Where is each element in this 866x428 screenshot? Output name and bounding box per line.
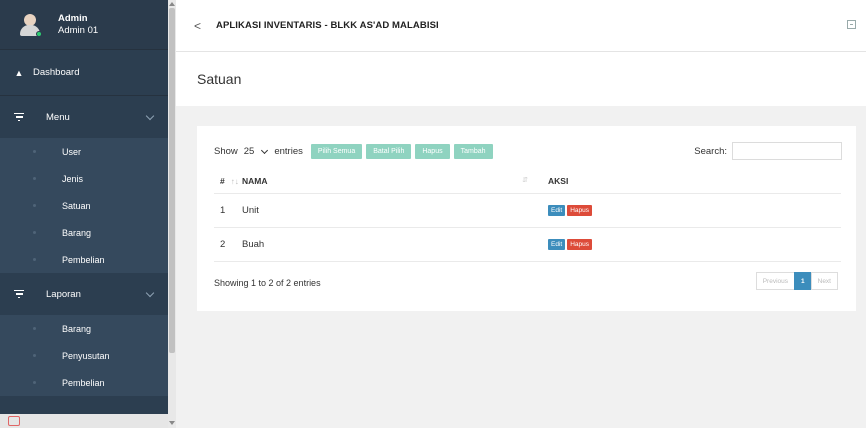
delete-button[interactable]: Hapus [415, 144, 450, 159]
bullet-icon [33, 327, 36, 330]
cell-aksi: Edit Hapus [534, 239, 841, 250]
sidebar-item-label: Barang [62, 323, 92, 334]
chevron-down-icon [146, 113, 154, 121]
sidebar: Admin Admin 01 ▲ Dashboard Menu User Jen… [0, 0, 168, 428]
sidebar-item-dashboard[interactable]: ▲ Dashboard [0, 50, 168, 96]
sidebar-group-label: Laporan [46, 288, 81, 300]
submenu-menu: User Jenis Satuan Barang Pembelian [0, 138, 168, 273]
search-input[interactable] [732, 142, 842, 160]
sidebar-item-label: Penyusutan [62, 350, 110, 361]
bullet-icon [33, 204, 36, 207]
entries-select[interactable]: 25 [243, 146, 269, 157]
header-label: # [220, 175, 225, 186]
select-all-button[interactable]: Pilih Semua [310, 144, 363, 159]
sidebar-item-pembelian[interactable]: Pembelian [0, 246, 168, 273]
avatar [20, 13, 42, 37]
scroll-down-icon[interactable] [169, 421, 175, 425]
sidebar-group-label: Menu [46, 111, 70, 123]
filter-icon [14, 113, 24, 121]
hapus-button[interactable]: Hapus [567, 239, 592, 250]
deselect-button[interactable]: Batal Pilih [366, 144, 412, 159]
online-status-dot [36, 30, 42, 37]
header-label: NAMA [242, 175, 268, 186]
scrollbar-thumb[interactable] [169, 8, 175, 353]
sidebar-scrollbar[interactable] [168, 0, 176, 428]
dashboard-icon: ▲ [14, 67, 24, 78]
bullet-icon [33, 258, 36, 261]
bullet-icon [33, 354, 36, 357]
page-1-button[interactable]: 1 [794, 272, 812, 290]
sidebar-item-label: Barang [62, 227, 92, 238]
search-box: Search: [694, 142, 842, 160]
next-page-button[interactable]: Next [810, 272, 838, 290]
search-label: Search: [694, 145, 727, 157]
sort-icon: ⇵ [522, 176, 528, 184]
user-profile[interactable]: Admin Admin 01 [0, 0, 168, 50]
sidebar-item-satuan[interactable]: Satuan [0, 192, 168, 219]
column-header-no[interactable]: # ↑↓ [214, 175, 239, 186]
satuan-table: # ↑↓ NAMA ⇵ AKSI 1 Unit Edit Hapus 2 Buah … [214, 168, 841, 262]
page-header: Satuan [176, 52, 866, 106]
cell-nama: Unit [242, 205, 259, 216]
table-row: 1 Unit Edit Hapus [214, 194, 841, 228]
sidebar-footer [0, 414, 168, 428]
column-header-nama[interactable]: NAMA ⇵ [234, 176, 534, 186]
sidebar-group-laporan[interactable]: Laporan [0, 273, 168, 315]
edit-button[interactable]: Edit [548, 205, 566, 216]
cell-no: 2 [220, 239, 226, 250]
sidebar-group-menu[interactable]: Menu [0, 96, 168, 138]
bullet-icon [33, 231, 36, 234]
sidebar-item-barang[interactable]: Barang [0, 219, 168, 246]
profile-role: Admin [58, 12, 88, 24]
cell-no: 1 [220, 205, 226, 216]
chevron-down-icon [261, 146, 269, 154]
submenu-laporan: Barang Penyusutan Pembelian [0, 315, 168, 396]
bullet-icon [33, 150, 36, 153]
table-info: Showing 1 to 2 of 2 entries [214, 278, 321, 288]
entries-value: 25 [243, 146, 255, 157]
bullet-icon [33, 381, 36, 384]
sidebar-item-label: Jenis [62, 173, 84, 184]
column-header-aksi: AKSI [534, 176, 841, 186]
sidebar-item-label: Dashboard [33, 67, 80, 78]
app-title: APLIKASI INVENTARIS - BLKK AS'AD MALABIS… [216, 20, 439, 31]
show-label: Show [214, 146, 238, 157]
sidebar-item-label: User [62, 146, 82, 157]
top-header: < APLIKASI INVENTARIS - BLKK AS'AD MALAB… [176, 0, 866, 52]
sidebar-item-label: Satuan [62, 200, 91, 211]
sidebar-item-label: Pembelian [62, 377, 105, 388]
add-button[interactable]: Tambah [453, 144, 493, 159]
sidebar-item-laporan-barang[interactable]: Barang [0, 315, 168, 342]
sidebar-item-penyusutan[interactable]: Penyusutan [0, 342, 168, 369]
fullscreen-icon[interactable] [847, 20, 856, 29]
hapus-button[interactable]: Hapus [567, 205, 592, 216]
pagination: Previous 1 Next [755, 272, 838, 290]
sidebar-item-user[interactable]: User [0, 138, 168, 165]
page-title: Satuan [197, 71, 242, 87]
previous-page-button[interactable]: Previous [755, 272, 795, 290]
profile-name: Admin 01 [58, 24, 99, 36]
filter-icon [14, 290, 24, 298]
data-table-card: Show 25 entries Pilih Semua Batal Pilih … [197, 126, 856, 311]
table-row: 2 Buah Edit Hapus [214, 228, 841, 262]
logo-icon [8, 416, 20, 426]
sidebar-item-laporan-pembelian[interactable]: Pembelian [0, 369, 168, 396]
header-label: AKSI [548, 175, 569, 186]
cell-aksi: Edit Hapus [534, 205, 841, 216]
entries-label: entries [274, 146, 303, 157]
chevron-down-icon [146, 290, 154, 298]
table-toolbar: Show 25 entries Pilih Semua Batal Pilih … [214, 144, 493, 159]
scroll-up-icon[interactable] [169, 2, 175, 6]
sidebar-item-label: Pembelian [62, 254, 105, 265]
cell-nama: Buah [242, 239, 265, 250]
table-header-row: # ↑↓ NAMA ⇵ AKSI [214, 168, 841, 194]
back-arrow-icon[interactable]: < [194, 19, 204, 33]
edit-button[interactable]: Edit [548, 239, 566, 250]
bullet-icon [33, 177, 36, 180]
sidebar-item-jenis[interactable]: Jenis [0, 165, 168, 192]
